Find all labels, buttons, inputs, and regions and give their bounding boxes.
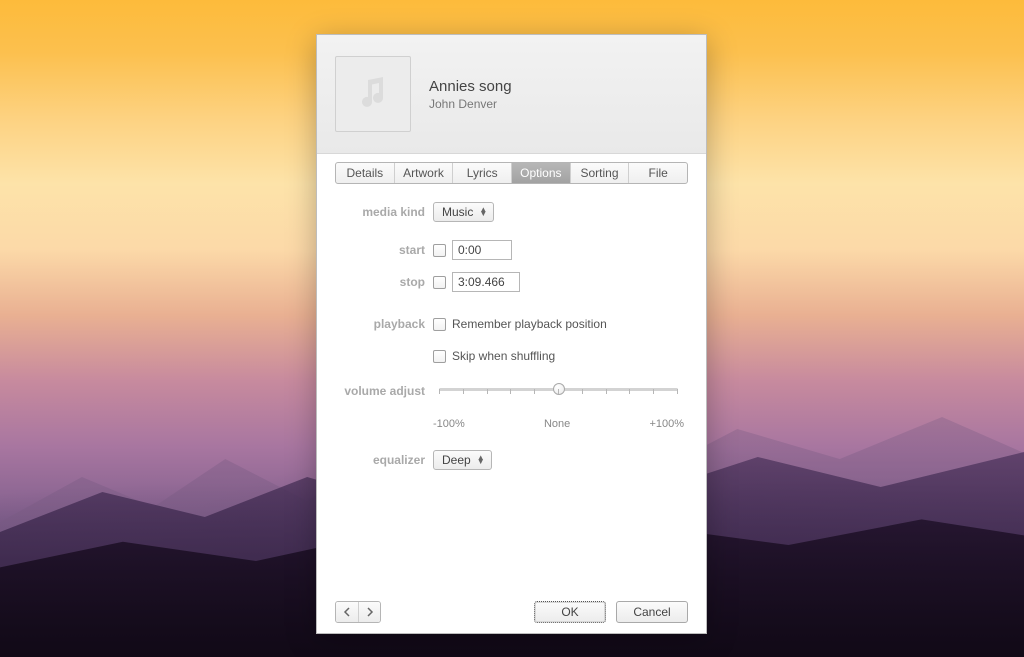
desktop-wallpaper: Annies song John Denver Details Artwork … (0, 0, 1024, 657)
ok-button[interactable]: OK (534, 601, 606, 623)
prev-next-buttons (335, 601, 381, 623)
dialog-header: Annies song John Denver (317, 35, 706, 154)
tab-bar: Details Artwork Lyrics Options Sorting F… (335, 162, 688, 184)
next-item-button[interactable] (358, 602, 380, 622)
stepper-arrows-icon: ▲▼ (479, 208, 487, 216)
volume-adjust-label: volume adjust (339, 382, 433, 398)
tab-sorting[interactable]: Sorting (571, 163, 630, 183)
skip-when-shuffling-checkbox[interactable] (433, 350, 446, 363)
album-art-placeholder (335, 56, 411, 132)
media-kind-label: media kind (339, 205, 433, 219)
volume-scale-min: -100% (433, 418, 465, 430)
chevron-left-icon (343, 607, 351, 617)
tab-options[interactable]: Options (512, 163, 571, 183)
equalizer-value: Deep (442, 453, 471, 467)
remember-position-label: Remember playback position (452, 317, 607, 331)
chevron-right-icon (366, 607, 374, 617)
title-block: Annies song John Denver (429, 78, 512, 111)
volume-scale: -100% None +100% (433, 418, 684, 430)
music-note-icon (353, 74, 393, 114)
dialog-footer: OK Cancel (317, 591, 706, 633)
equalizer-label: equalizer (339, 453, 433, 467)
media-kind-value: Music (442, 205, 473, 219)
stop-label: stop (339, 275, 433, 289)
song-info-dialog: Annies song John Denver Details Artwork … (316, 34, 707, 634)
volume-scale-max: +100% (649, 418, 684, 430)
song-title: Annies song (429, 78, 512, 95)
equalizer-select[interactable]: Deep ▲▼ (433, 450, 492, 470)
playback-label: playback (339, 317, 433, 331)
start-checkbox[interactable] (433, 244, 446, 257)
start-label: start (339, 243, 433, 257)
start-time-input[interactable] (452, 240, 512, 260)
stepper-arrows-icon: ▲▼ (477, 456, 485, 464)
volume-scale-center: None (544, 418, 570, 430)
remember-position-checkbox[interactable] (433, 318, 446, 331)
tab-lyrics[interactable]: Lyrics (453, 163, 512, 183)
media-kind-select[interactable]: Music ▲▼ (433, 202, 494, 222)
artist-name: John Denver (429, 97, 512, 111)
tab-details[interactable]: Details (336, 163, 395, 183)
stop-checkbox[interactable] (433, 276, 446, 289)
tab-artwork[interactable]: Artwork (395, 163, 454, 183)
stop-time-input[interactable] (452, 272, 520, 292)
tab-file[interactable]: File (629, 163, 687, 183)
prev-item-button[interactable] (336, 602, 358, 622)
cancel-button[interactable]: Cancel (616, 601, 688, 623)
dialog-body: media kind Music ▲▼ start stop (317, 184, 706, 472)
skip-when-shuffling-label: Skip when shuffling (452, 349, 555, 363)
volume-adjust-slider[interactable] (433, 382, 684, 412)
